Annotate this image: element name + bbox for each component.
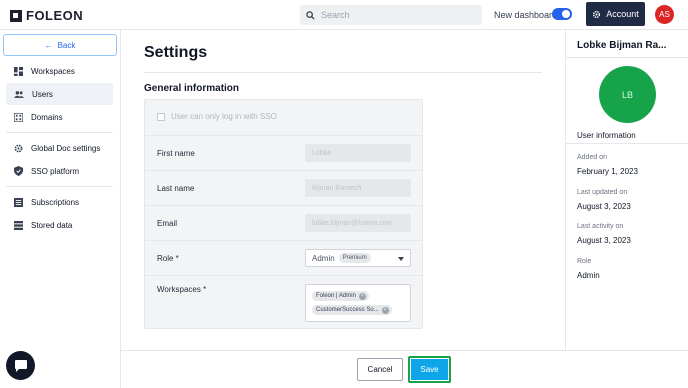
workspace-chip-label: Foleon | Admin	[316, 293, 356, 299]
sidebar-item-label: Users	[32, 89, 53, 99]
general-info-card: User can only log in with SSO First name…	[144, 99, 423, 329]
sidebar-item-label: Domains	[31, 112, 63, 122]
sidebar-item-label: Stored data	[31, 220, 73, 230]
user-info-panel: Lobke Bijman Ra... LB User information A…	[565, 30, 688, 350]
search-box[interactable]	[300, 5, 482, 25]
chat-widget-button[interactable]	[6, 351, 35, 380]
last-activity-label: Last activity on	[577, 223, 624, 230]
role-info-label: Role	[577, 258, 592, 265]
remove-chip-icon[interactable]: ×	[381, 306, 389, 314]
page-title: Settings	[144, 44, 208, 61]
logo-mark-icon	[10, 9, 22, 22]
panel-divider	[566, 143, 688, 144]
first-name-row: First name Lobke	[145, 136, 422, 171]
sso-checkbox-group[interactable]: User can only log in with SSO	[157, 112, 277, 121]
role-select[interactable]: Admin Premium	[305, 249, 411, 267]
workspaces-row: Workspaces * Foleon | Admin × CustomerSu…	[145, 276, 422, 329]
sidebar-item-label: Subscriptions	[31, 197, 80, 207]
premium-badge: Premium	[338, 253, 371, 263]
sidebar-item-workspaces[interactable]: Workspaces	[6, 60, 113, 82]
back-label: Back	[57, 40, 76, 50]
workspace-chip-label: CustomerSuccess So...	[316, 307, 379, 313]
action-footer: Cancel Save	[121, 350, 688, 388]
search-icon	[306, 10, 315, 20]
domain-icon	[14, 112, 23, 122]
workspace-chip: Foleon | Admin ×	[312, 291, 369, 301]
workspaces-multiselect[interactable]: Foleon | Admin × CustomerSuccess So... ×	[305, 284, 411, 322]
new-dashboard-toggle[interactable]	[552, 8, 572, 20]
last-updated-label: Last updated on	[577, 189, 628, 196]
gear-icon	[14, 144, 23, 152]
account-button[interactable]: Account	[586, 2, 645, 26]
first-name-field[interactable]: Lobke	[305, 144, 411, 162]
foleon-logo[interactable]: FOLEON	[10, 8, 83, 23]
database-icon	[14, 220, 23, 230]
sidebar: ← Back Workspaces Users Domains Global D…	[0, 30, 121, 388]
save-button[interactable]: Save	[411, 359, 448, 380]
role-value: Admin	[312, 253, 335, 263]
panel-divider	[566, 57, 688, 58]
sidebar-item-sso-platform[interactable]: SSO platform	[6, 160, 113, 182]
section-title: General information	[144, 83, 240, 94]
remove-chip-icon[interactable]: ×	[358, 292, 366, 300]
sso-checkbox[interactable]	[157, 112, 165, 121]
workspace-chip: CustomerSuccess So... ×	[312, 305, 392, 315]
user-avatar-large: LB	[599, 66, 656, 123]
dashboard-icon	[14, 66, 23, 76]
last-name-label: Last name	[157, 184, 195, 193]
last-name-row: Last name Bijman Ramesh	[145, 171, 422, 206]
sso-row: User can only log in with SSO	[145, 100, 422, 136]
new-dashboard-label: New dashboard	[494, 10, 558, 20]
email-row: Email lobke.bijman@foleon.com	[145, 206, 422, 241]
role-info-value: Admin	[577, 271, 600, 280]
added-on-label: Added on	[577, 154, 607, 161]
sidebar-item-label: SSO platform	[31, 166, 80, 176]
last-activity-value: August 3, 2023	[577, 236, 631, 245]
back-button[interactable]: ← Back	[3, 34, 117, 56]
shield-icon	[14, 166, 23, 176]
logo-text: FOLEON	[26, 8, 84, 23]
users-icon	[14, 90, 24, 98]
user-info-heading: User information	[577, 131, 636, 140]
search-input[interactable]	[321, 10, 471, 20]
user-avatar[interactable]: AS	[655, 5, 674, 24]
first-name-label: First name	[157, 149, 195, 158]
last-name-field[interactable]: Bijman Ramesh	[305, 179, 411, 197]
sso-label: User can only log in with SSO	[171, 112, 277, 121]
arrow-left-icon: ←	[44, 40, 53, 50]
sidebar-item-global-doc-settings[interactable]: Global Doc settings	[6, 137, 113, 159]
last-updated-value: August 3, 2023	[577, 202, 631, 211]
sidebar-item-label: Workspaces	[31, 66, 75, 76]
user-name: Lobke Bijman Ra...	[577, 40, 667, 51]
email-label: Email	[157, 219, 178, 228]
sidebar-divider	[6, 132, 113, 133]
sidebar-divider	[6, 186, 113, 187]
sidebar-item-users[interactable]: Users	[6, 83, 113, 105]
chevron-down-icon	[398, 257, 404, 261]
sidebar-item-stored-data[interactable]: Stored data	[6, 214, 113, 236]
role-row: Role * Admin Premium	[145, 241, 422, 276]
top-bar: FOLEON New dashboard Account AS	[0, 0, 688, 30]
sidebar-item-domains[interactable]: Domains	[6, 106, 113, 128]
list-icon	[14, 197, 23, 207]
workspaces-label: Workspaces *	[157, 285, 207, 294]
sidebar-item-label: Global Doc settings	[31, 143, 101, 153]
chat-icon	[14, 359, 27, 372]
account-label: Account	[606, 9, 639, 19]
title-divider	[144, 72, 542, 73]
gear-icon	[593, 10, 601, 18]
cancel-button[interactable]: Cancel	[357, 358, 403, 381]
email-field[interactable]: lobke.bijman@foleon.com	[305, 214, 411, 232]
role-label: Role *	[157, 254, 179, 263]
added-on-value: February 1, 2023	[577, 167, 638, 176]
sidebar-item-subscriptions[interactable]: Subscriptions	[6, 191, 113, 213]
settings-main: Settings General information User can on…	[121, 30, 565, 350]
